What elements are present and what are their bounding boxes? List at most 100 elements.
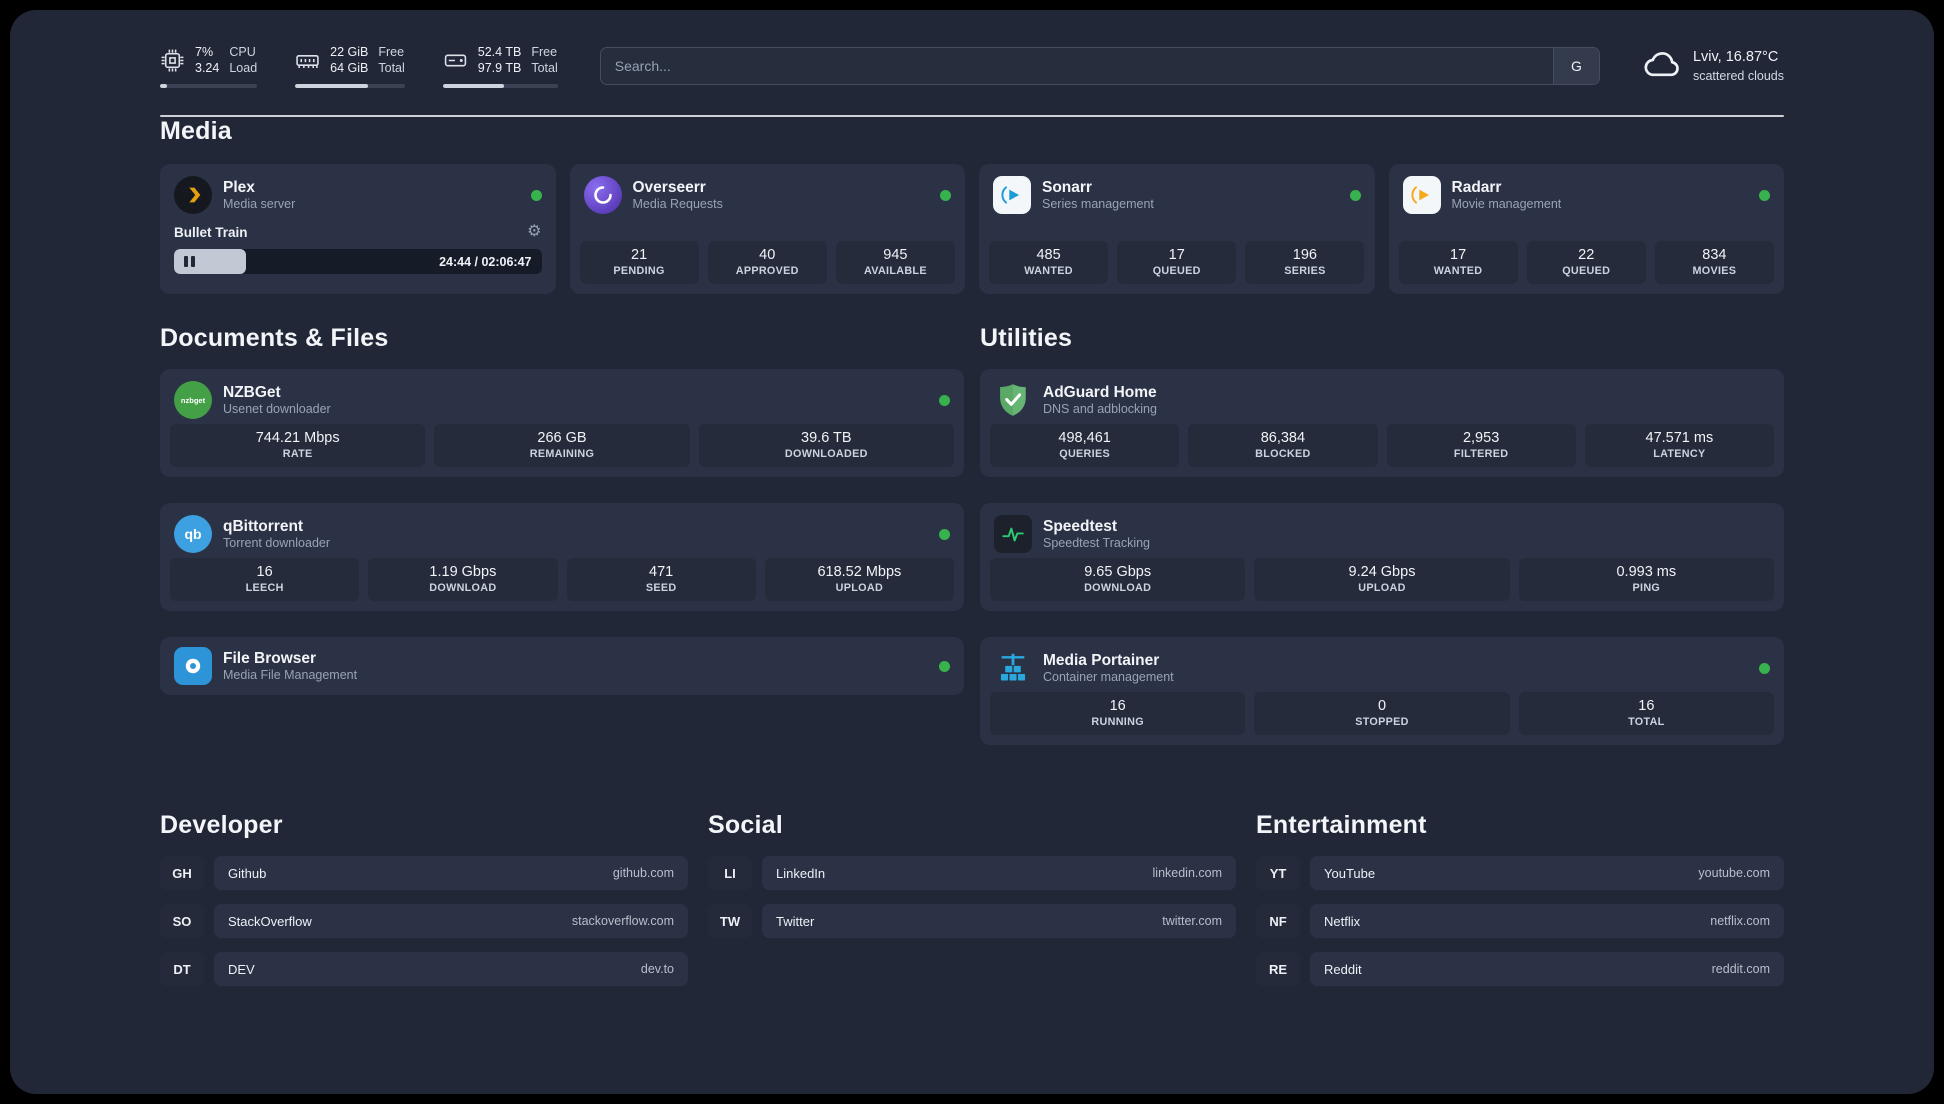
nzbget-icon: nzbget <box>174 381 212 419</box>
stat-tile: 9.65 Gbps DOWNLOAD <box>990 558 1246 601</box>
adguard-subtitle: DNS and adblocking <box>1043 401 1157 416</box>
plex-app-link[interactable]: Plex Media server <box>160 164 556 214</box>
filebrowser-app-link[interactable]: File Browser Media File Management <box>160 647 964 685</box>
stat-tile: 86,384 BLOCKED <box>1188 424 1378 467</box>
stat-tile: 22 QUEUED <box>1526 241 1646 284</box>
speedtest-card: Speedtest Speedtest Tracking 9.65 Gbps DO… <box>980 503 1784 611</box>
entertainment-heading: Entertainment <box>1256 811 1427 839</box>
nzbget-app-link[interactable]: nzbget NZBGet Usenet downloader <box>160 369 964 419</box>
filebrowser-card: File Browser Media File Management <box>160 637 964 695</box>
bookmark-dev[interactable]: DT DEV dev.to <box>160 952 688 986</box>
adguard-shield-icon <box>994 381 1032 419</box>
bookmark-abbr: RE <box>1256 952 1300 986</box>
utilities-heading: Utilities <box>980 324 1073 352</box>
plex-icon <box>174 176 212 214</box>
ram-progress-bar <box>295 83 405 88</box>
bookmark-abbr: DT <box>160 952 204 986</box>
cpu-usage-percent: 7% <box>195 45 214 59</box>
stat-tile: 1.19 Gbps DOWNLOAD <box>368 558 558 601</box>
adguard-app-link[interactable]: AdGuard Home DNS and adblocking <box>980 369 1784 419</box>
stat-tile: 17 WANTED <box>1398 241 1518 284</box>
developer-heading: Developer <box>160 811 283 839</box>
dashboard-window: 7% 3.24 CPU Load 22 GiB 64 GiB Free Tota… <box>10 10 1934 1094</box>
overseerr-icon <box>583 176 622 214</box>
stat-tile: 39.6 TB DOWNLOADED <box>698 424 954 467</box>
nzbget-title: NZBGet <box>223 383 281 401</box>
filebrowser-subtitle: Media File Management <box>223 667 358 682</box>
disk-free-value: 52.4 TB <box>477 45 522 59</box>
stat-tile: 21 PENDING <box>579 241 699 284</box>
nzbget-subtitle: Usenet downloader <box>223 401 331 416</box>
plex-card: Plex Media server Bullet Train ⚙ 24:44 /… <box>160 164 556 294</box>
qbittorrent-subtitle: Torrent downloader <box>223 535 331 550</box>
entertainment-bookmarks: Entertainment YT YouTube youtube.com NF N… <box>1256 811 1784 986</box>
status-indicator <box>1759 189 1770 201</box>
stat-tile: 0 STOPPED <box>1254 692 1510 735</box>
bookmark-github[interactable]: GH Github github.com <box>160 856 688 890</box>
settings-gear-icon[interactable]: ⚙ <box>527 224 541 240</box>
cpu-load-label: Load <box>229 61 258 76</box>
speedtest-title: Speedtest <box>1043 517 1118 535</box>
disk-icon <box>443 48 468 73</box>
stat-tile: 16 TOTAL <box>1518 692 1774 735</box>
social-bookmarks: Social LI LinkedIn linkedin.com TW Twitte… <box>708 811 1236 938</box>
now-playing-row: Bullet Train ⚙ <box>160 224 556 240</box>
portainer-card: Media Portainer Container management 16 R… <box>980 637 1784 745</box>
search-bar: G <box>599 47 1600 85</box>
status-indicator <box>1759 662 1770 674</box>
radarr-subtitle: Movie management <box>1451 196 1562 211</box>
stat-tile: 2,953 FILTERED <box>1386 424 1576 467</box>
playback-progress-bar[interactable]: 24:44 / 02:06:47 <box>174 249 542 274</box>
bookmark-youtube[interactable]: YT YouTube youtube.com <box>1256 856 1784 890</box>
stat-tile: 0.993 ms PING <box>1518 558 1774 601</box>
bookmark-twitter[interactable]: TW Twitter twitter.com <box>708 904 1236 938</box>
search-engine-button[interactable]: G <box>1552 48 1599 84</box>
search-input[interactable] <box>600 48 1553 84</box>
radarr-app-link[interactable]: Radarr Movie management <box>1389 164 1785 214</box>
portainer-subtitle: Container management <box>1043 669 1174 684</box>
stat-tile: 16 LEECH <box>170 558 360 601</box>
cpu-load-value: 3.24 <box>195 61 220 76</box>
bookmark-abbr: LI <box>708 856 752 890</box>
portainer-app-link[interactable]: Media Portainer Container management <box>980 637 1784 687</box>
sonarr-title: Sonarr <box>1042 178 1092 196</box>
bookmark-stackoverflow[interactable]: SO StackOverflow stackoverflow.com <box>160 904 688 938</box>
stat-tile: 618.52 Mbps UPLOAD <box>764 558 954 601</box>
playback-time: 24:44 / 02:06:47 <box>439 254 532 269</box>
cpu-label: CPU <box>229 45 256 59</box>
portainer-title: Media Portainer <box>1043 651 1160 669</box>
stat-tile: 196 SERIES <box>1245 241 1365 284</box>
stat-tile: 40 APPROVED <box>707 241 827 284</box>
disk-metric: 52.4 TB 97.9 TB Free Total <box>442 44 558 88</box>
stat-tile: 485 WANTED <box>989 241 1109 284</box>
sonarr-icon <box>993 176 1031 214</box>
radarr-title: Radarr <box>1451 178 1502 196</box>
bookmark-reddit[interactable]: RE Reddit reddit.com <box>1256 952 1784 986</box>
bookmark-linkedin[interactable]: LI LinkedIn linkedin.com <box>708 856 1236 890</box>
system-metrics: 7% 3.24 CPU Load 22 GiB 64 GiB Free Tota… <box>160 44 558 88</box>
sonarr-app-link[interactable]: Sonarr Series management <box>979 164 1375 214</box>
overseerr-subtitle: Media Requests <box>632 196 723 211</box>
cpu-progress-bar <box>160 83 258 88</box>
stat-tile: 945 AVAILABLE <box>835 241 955 284</box>
bookmark-abbr: TW <box>708 904 752 938</box>
ram-free-label: Free <box>378 45 405 59</box>
weather-condition: scattered clouds <box>1692 68 1784 83</box>
stat-tile: 471 SEED <box>566 558 756 601</box>
speedtest-app-link[interactable]: Speedtest Speedtest Tracking <box>980 503 1784 553</box>
cloud-icon <box>1642 44 1682 89</box>
overseerr-card: Overseerr Media Requests 21 PENDING 40 APP… <box>569 164 966 294</box>
bookmark-abbr: YT <box>1256 856 1300 890</box>
stat-tile: 498,461 QUERIES <box>990 424 1180 467</box>
qbittorrent-card: qb qBittorrent Torrent downloader 16 LEEC… <box>160 503 964 611</box>
sonarr-subtitle: Series management <box>1042 196 1154 211</box>
status-indicator <box>939 528 950 540</box>
qbittorrent-app-link[interactable]: qb qBittorrent Torrent downloader <box>160 503 964 553</box>
overseerr-app-link[interactable]: Overseerr Media Requests <box>570 164 966 214</box>
bookmark-netflix[interactable]: NF Netflix netflix.com <box>1256 904 1784 938</box>
status-indicator <box>940 189 951 201</box>
bookmark-abbr: GH <box>160 856 204 890</box>
bookmark-abbr: NF <box>1256 904 1300 938</box>
media-card-row: Plex Media server Bullet Train ⚙ 24:44 /… <box>160 164 1784 294</box>
pause-icon[interactable] <box>184 256 195 267</box>
